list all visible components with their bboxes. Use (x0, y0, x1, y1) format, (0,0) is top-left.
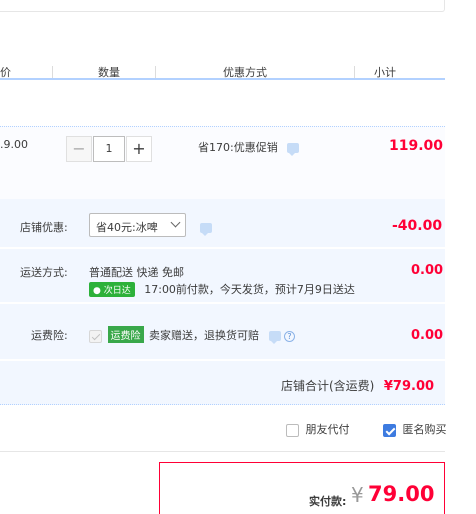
friend-pay-checkbox[interactable] (286, 423, 299, 437)
row-divider (0, 359, 445, 361)
shipping-label: 运送方式: (20, 266, 68, 279)
friend-pay-label: 朋友代付 (305, 423, 350, 436)
column-header: 价 数量 优惠方式 小计 (0, 60, 445, 80)
shop-total: 店铺合计(含运费) ¥79.00 (281, 377, 434, 394)
promo-info: 省170:优惠促销 (198, 139, 300, 156)
header-subtotal: 小计 (374, 66, 396, 79)
currency-symbol: ¥ (351, 483, 364, 507)
shipping-method: 普通配送 快递 免邮 (89, 266, 184, 279)
header-promo: 优惠方式 (223, 66, 267, 79)
promo-text: 省170:优惠促销 (198, 141, 278, 154)
item-subtotal: 119.00 (389, 138, 444, 154)
header-separator (354, 66, 355, 78)
shop-total-amount: ¥79.00 (383, 379, 435, 394)
row-divider (0, 302, 445, 304)
row-divider (0, 247, 445, 249)
shipping-eta: ● 次日达 17:00前付款，今天发货，预计7月9日送达 (89, 281, 355, 297)
help-icon[interactable]: ? (284, 330, 295, 342)
shop-discount-label: 店铺优惠: (20, 221, 68, 234)
header-separator (52, 66, 53, 78)
quantity-input[interactable]: 1 (93, 136, 125, 162)
decrease-button[interactable]: − (66, 136, 92, 162)
unit-price: .9.00 (0, 138, 28, 151)
insurance-tag: 运费险 (107, 326, 144, 343)
next-day-badge: ● 次日达 (89, 282, 135, 297)
payment-amount: 79.00 (368, 482, 435, 506)
insurance-info: 运费险 卖家赠送，退换货可赔 ? (89, 326, 295, 344)
header-quantity: 数量 (98, 66, 120, 79)
message-icon[interactable] (268, 331, 281, 344)
shop-discount-amount: -40.00 (392, 218, 443, 234)
payment-label: 实付款: (309, 495, 347, 508)
increase-button[interactable]: + (126, 136, 152, 162)
payment-summary: 实付款: ¥ 79.00 (159, 462, 445, 514)
insurance-label: 运费险: (31, 329, 68, 342)
top-panel-edge (0, 0, 445, 12)
header-price: 价 (0, 66, 11, 79)
quantity-stepper: − 1 + (66, 136, 152, 162)
chevron-down-icon (170, 217, 181, 228)
shop-discount-selected: 省40元:冰啤 (96, 221, 158, 234)
message-icon[interactable] (287, 143, 300, 156)
anonymous-label: 匿名购买 (402, 423, 447, 436)
header-separator (155, 66, 156, 78)
footer-divider (0, 451, 445, 452)
anonymous-checkbox[interactable] (383, 423, 396, 437)
insurance-checkbox[interactable] (89, 329, 102, 343)
shop-discount-select[interactable]: 省40元:冰啤 (89, 213, 186, 237)
shop-total-label: 店铺合计(含运费) (281, 379, 375, 393)
shipping-note: 17:00前付款，今天发货，预计7月9日送达 (144, 283, 355, 296)
friend-pay-option[interactable]: 朋友代付 (286, 421, 350, 437)
insurance-text: 卖家赠送，退换货可赔 (149, 329, 259, 342)
shipping-amount: 0.00 (411, 263, 444, 278)
anonymous-option[interactable]: 匿名购买 (383, 421, 447, 437)
message-icon[interactable] (200, 223, 212, 236)
insurance-amount: 0.00 (411, 328, 444, 343)
